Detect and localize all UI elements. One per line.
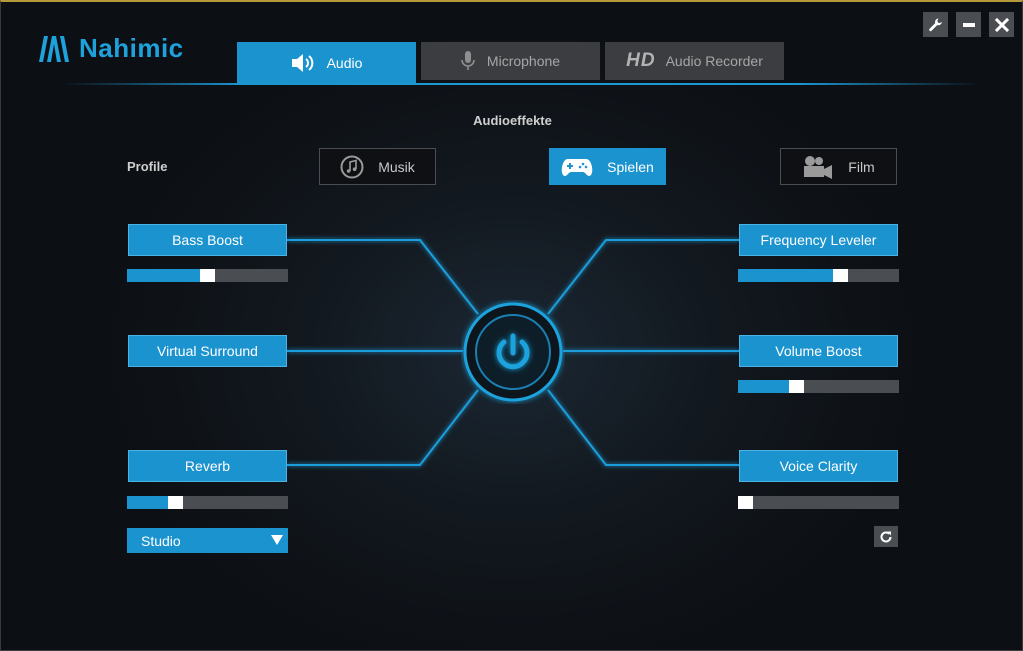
slider-fill [738, 380, 789, 393]
bass-boost-button[interactable]: Bass Boost [128, 224, 287, 256]
reverb-preset-value: Studio [141, 532, 181, 549]
nahimic-window: Nahimic Audio Microphone HD Audio Record… [0, 0, 1023, 651]
slider-thumb[interactable] [168, 496, 183, 509]
slider-fill [127, 496, 168, 509]
reverb-slider[interactable] [127, 496, 288, 509]
frequency-leveler-button[interactable]: Frequency Leveler [739, 224, 898, 256]
virtual-surround-button[interactable]: Virtual Surround [128, 335, 287, 367]
power-button[interactable] [461, 300, 565, 404]
slider-fill [127, 269, 200, 282]
refresh-icon [880, 530, 892, 542]
slider-thumb[interactable] [789, 380, 804, 393]
dropdown-arrow-icon [271, 535, 283, 545]
bass-boost-slider[interactable] [127, 269, 288, 282]
bass-boost-label: Bass Boost [172, 232, 243, 248]
slider-thumb[interactable] [200, 269, 215, 282]
reverb-button[interactable]: Reverb [128, 450, 287, 482]
slider-thumb[interactable] [833, 269, 848, 282]
reset-button[interactable] [874, 526, 898, 547]
voice-clarity-label: Voice Clarity [779, 458, 858, 474]
slider-fill [738, 269, 833, 282]
frequency-leveler-label: Frequency Leveler [760, 232, 877, 248]
frequency-leveler-slider[interactable] [738, 269, 899, 282]
slider-thumb[interactable] [738, 496, 753, 509]
reverb-preset-dropdown[interactable]: Studio [127, 528, 288, 553]
volume-boost-button[interactable]: Volume Boost [739, 335, 898, 367]
voice-clarity-button[interactable]: Voice Clarity [739, 450, 898, 482]
voice-clarity-slider[interactable] [738, 496, 899, 509]
volume-boost-label: Volume Boost [775, 343, 862, 359]
volume-boost-slider[interactable] [738, 380, 899, 393]
virtual-surround-label: Virtual Surround [157, 343, 258, 359]
reverb-label: Reverb [184, 458, 231, 474]
